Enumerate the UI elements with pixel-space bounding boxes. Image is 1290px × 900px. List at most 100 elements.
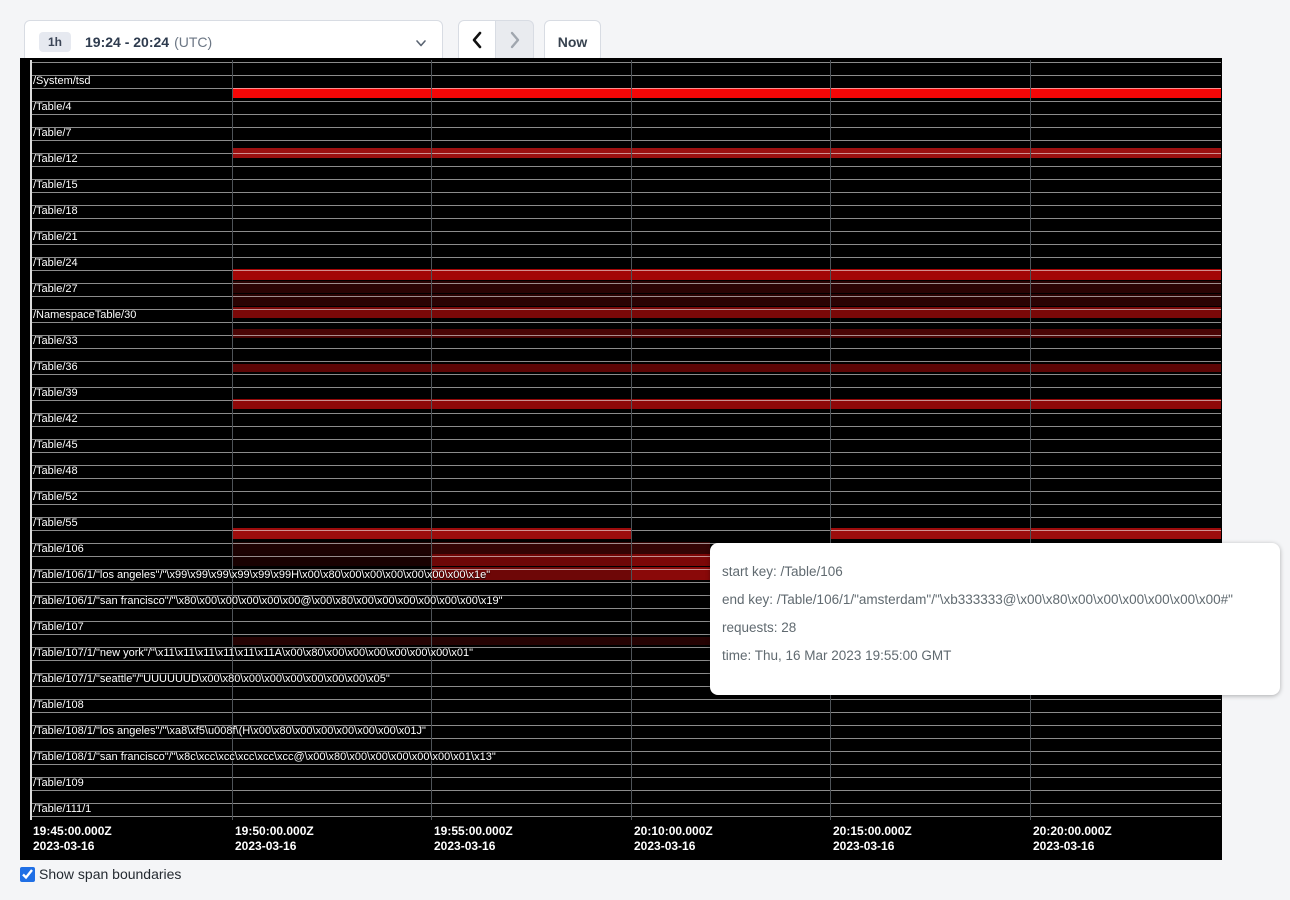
span-boundary-line bbox=[30, 816, 1221, 817]
span-boundary-line bbox=[30, 361, 1221, 362]
x-axis-tick: 20:15:00.000Z2023-03-16 bbox=[833, 824, 912, 854]
span-boundary-line bbox=[30, 426, 1221, 427]
heatmap-band bbox=[232, 88, 1221, 98]
footer-controls: Show span boundaries bbox=[20, 866, 181, 882]
chevron-left-icon bbox=[469, 31, 485, 52]
time-gridline bbox=[232, 60, 233, 820]
row-label: /Table/7 bbox=[33, 127, 72, 140]
timezone-label: (UTC) bbox=[174, 34, 212, 50]
row-label: /Table/111/1 bbox=[33, 803, 91, 816]
span-boundaries-checkbox[interactable] bbox=[20, 867, 35, 882]
duration-badge: 1h bbox=[39, 32, 71, 52]
row-label: /Table/15 bbox=[33, 179, 78, 192]
row-label: /Table/36 bbox=[33, 361, 78, 374]
tick-time: 19:45:00.000Z bbox=[33, 824, 112, 839]
x-axis-tick: 20:10:00.000Z2023-03-16 bbox=[634, 824, 713, 854]
span-boundary-line bbox=[30, 296, 1221, 297]
row-label: /Table/106 bbox=[33, 543, 84, 556]
tooltip-line: start key: /Table/106 bbox=[722, 564, 1268, 579]
span-boundary-line bbox=[30, 348, 1221, 349]
tick-date: 2023-03-16 bbox=[235, 839, 314, 854]
time-range-label: 19:24 - 20:24 bbox=[85, 34, 169, 50]
row-label: /Table/45 bbox=[33, 439, 78, 452]
span-boundary-line bbox=[30, 699, 1221, 700]
row-label: /Table/18 bbox=[33, 205, 78, 218]
row-label: /Table/24 bbox=[33, 257, 78, 270]
now-button[interactable]: Now bbox=[544, 20, 601, 63]
tick-date: 2023-03-16 bbox=[634, 839, 713, 854]
chevron-right-icon bbox=[507, 31, 523, 52]
row-label: /Table/109 bbox=[33, 777, 84, 790]
span-boundary-line bbox=[30, 244, 1221, 245]
row-label: /Table/21 bbox=[33, 231, 78, 244]
row-label: /Table/107/1/"seattle"/"UUUUUUD\x00\x80\… bbox=[33, 673, 390, 686]
cell-tooltip: start key: /Table/106 end key: /Table/106… bbox=[710, 543, 1280, 695]
time-gridline bbox=[1030, 60, 1031, 820]
span-boundary-line bbox=[30, 517, 1221, 518]
time-axis-origin-line bbox=[30, 60, 32, 820]
row-label: /Table/106/1/"los angeles"/"\x99\x99\x99… bbox=[33, 569, 490, 582]
next-time-button[interactable] bbox=[496, 20, 534, 63]
span-boundary-line bbox=[30, 764, 1221, 765]
tick-date: 2023-03-16 bbox=[833, 839, 912, 854]
keyvis-canvas[interactable]: /System/tsd/Table/4/Table/7/Table/12/Tab… bbox=[20, 58, 1222, 860]
span-boundary-line bbox=[30, 400, 1221, 401]
span-boundary-line bbox=[30, 491, 1221, 492]
x-axis-tick: 19:50:00.000Z2023-03-16 bbox=[235, 824, 314, 854]
span-boundary-line bbox=[30, 218, 1221, 219]
span-boundary-line bbox=[30, 530, 1221, 531]
span-boundary-line bbox=[30, 179, 1221, 180]
row-label: /Table/39 bbox=[33, 387, 78, 400]
row-label: /Table/27 bbox=[33, 283, 78, 296]
tooltip-line: requests: 28 bbox=[722, 620, 1268, 635]
span-boundary-line bbox=[30, 270, 1221, 271]
row-label: /Table/108/1/"los angeles"/"\xa8\xf5\u00… bbox=[33, 725, 426, 738]
span-boundary-line bbox=[30, 738, 1221, 739]
span-boundary-line bbox=[30, 283, 1221, 284]
span-boundary-line bbox=[30, 192, 1221, 193]
tick-date: 2023-03-16 bbox=[33, 839, 112, 854]
row-label: /Table/55 bbox=[33, 517, 78, 530]
row-label: /Table/108/1/"san francisco"/"\x8c\xcc\x… bbox=[33, 751, 496, 764]
time-gridline bbox=[830, 60, 831, 820]
time-range-combobox[interactable]: 1h 19:24 - 20:24 (UTC) bbox=[24, 20, 443, 63]
row-label: /NamespaceTable/30 bbox=[33, 309, 136, 322]
span-boundary-line bbox=[30, 712, 1221, 713]
span-boundary-line bbox=[30, 62, 1221, 63]
span-boundary-line bbox=[30, 114, 1221, 115]
row-label: /Table/4 bbox=[33, 101, 72, 114]
chevron-down-icon bbox=[414, 36, 428, 50]
span-boundary-line bbox=[30, 231, 1221, 232]
row-label: /Table/107 bbox=[33, 621, 84, 634]
span-boundaries-label: Show span boundaries bbox=[39, 866, 181, 882]
span-boundary-line bbox=[30, 790, 1221, 791]
row-label: /Table/42 bbox=[33, 413, 78, 426]
span-boundary-line bbox=[30, 153, 1221, 154]
key-visualizer-page: 1h 19:24 - 20:24 (UTC) Now /System/tsd/T… bbox=[0, 0, 1290, 900]
span-boundary-line bbox=[30, 140, 1221, 141]
span-boundary-line bbox=[30, 257, 1221, 258]
span-boundary-line bbox=[30, 335, 1221, 336]
row-label: /System/tsd bbox=[33, 75, 90, 88]
span-boundary-line bbox=[30, 504, 1221, 505]
tick-time: 19:55:00.000Z bbox=[434, 824, 513, 839]
span-boundary-line bbox=[30, 413, 1221, 414]
x-axis-tick: 19:45:00.000Z2023-03-16 bbox=[33, 824, 112, 854]
row-label: /Table/106/1/"san francisco"/"\x80\x00\x… bbox=[33, 595, 503, 608]
span-boundary-line bbox=[30, 166, 1221, 167]
tick-date: 2023-03-16 bbox=[434, 839, 513, 854]
span-boundary-line bbox=[30, 88, 1221, 89]
span-boundary-line bbox=[30, 387, 1221, 388]
span-boundary-line bbox=[30, 478, 1221, 479]
span-boundary-line bbox=[30, 439, 1221, 440]
span-boundary-line bbox=[30, 374, 1221, 375]
row-label: /Table/108 bbox=[33, 699, 84, 712]
tooltip-line: end key: /Table/106/1/"amsterdam"/"\xb33… bbox=[722, 592, 1268, 607]
span-boundary-line bbox=[30, 127, 1221, 128]
span-boundary-line bbox=[30, 205, 1221, 206]
prev-time-button[interactable] bbox=[458, 20, 496, 63]
row-label: /Table/52 bbox=[33, 491, 78, 504]
span-boundary-line bbox=[30, 452, 1221, 453]
tick-time: 19:50:00.000Z bbox=[235, 824, 314, 839]
span-boundary-line bbox=[30, 465, 1221, 466]
